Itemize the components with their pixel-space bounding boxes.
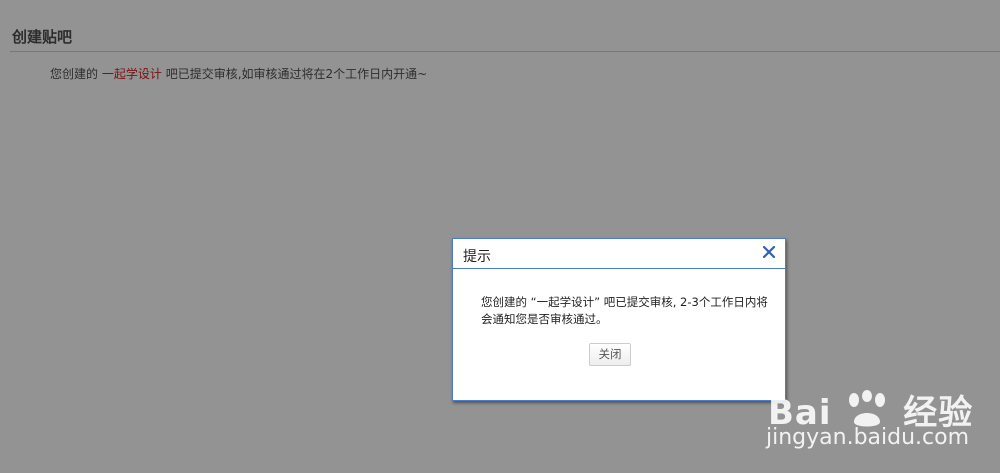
notice-dialog: 提示 您创建的 “一起学设计” 吧已提交审核, 2-3个工作日内将会通知您是否审… xyxy=(452,238,786,401)
close-button[interactable]: 关闭 xyxy=(589,343,631,366)
dialog-title: 提示 xyxy=(463,249,491,265)
dialog-message: 您创建的 “一起学设计” 吧已提交审核, 2-3个工作日内将会通知您是否审核通过… xyxy=(481,295,768,326)
dialog-header: 提示 xyxy=(453,239,785,269)
close-icon[interactable] xyxy=(761,244,777,260)
modal-overlay xyxy=(0,0,1000,473)
